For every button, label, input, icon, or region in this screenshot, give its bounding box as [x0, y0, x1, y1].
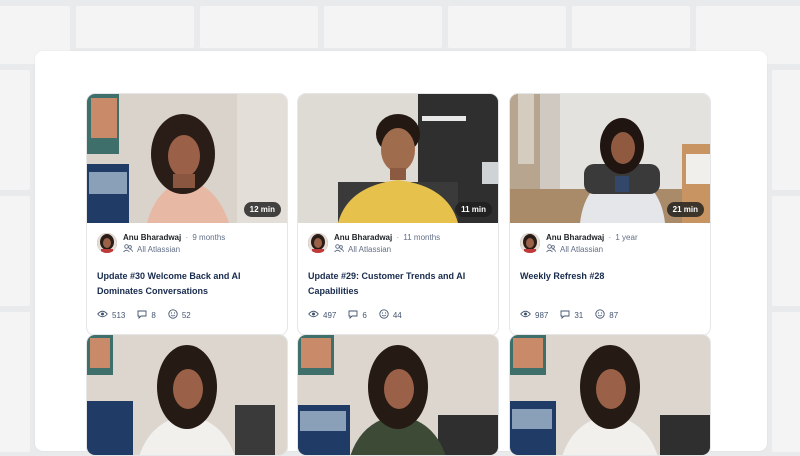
reactions-stat[interactable]: 44 — [379, 309, 402, 321]
bg-tile — [324, 6, 442, 48]
comments-stat[interactable]: 6 — [348, 310, 367, 321]
bg-tile — [772, 196, 800, 306]
bg-tile — [0, 312, 30, 452]
space-label[interactable]: All Atlassian — [123, 244, 225, 256]
author-name[interactable]: Anu Bharadwaj — [334, 233, 392, 242]
views-stat: 513 — [97, 310, 125, 320]
separator-dot: · — [608, 233, 612, 242]
video-card[interactable]: 11 min Anu Bharadwaj · 11 months All Atl… — [297, 93, 499, 336]
bg-tile — [200, 6, 318, 48]
author-row: Anu Bharadwaj · 11 months All Atlassian — [308, 233, 488, 256]
duration-badge: 21 min — [666, 202, 704, 217]
separator-dot: · — [396, 233, 400, 242]
post-age: 1 year — [615, 233, 638, 242]
views-count: 513 — [112, 310, 126, 320]
separator-dot: · — [185, 233, 189, 242]
video-title[interactable]: Update #29: Customer Trends and AI Capab… — [308, 269, 488, 299]
avatar[interactable] — [520, 233, 540, 253]
comments-count: 8 — [151, 310, 156, 320]
post-age: 9 months — [192, 233, 226, 242]
eye-icon — [520, 310, 535, 320]
comments-count: 31 — [574, 310, 584, 320]
stats-row: 987 31 87 — [520, 309, 700, 321]
video-card[interactable] — [509, 334, 711, 456]
bg-tile — [772, 70, 800, 190]
eye-icon — [97, 310, 112, 320]
views-count: 497 — [323, 310, 337, 320]
video-thumbnail[interactable] — [87, 335, 287, 455]
video-grid-panel: 12 min Anu Bharadwaj · 9 months All Atla… — [35, 51, 767, 456]
people-icon — [123, 244, 137, 256]
post-age: 11 months — [403, 233, 441, 242]
reactions-count: 87 — [609, 310, 619, 320]
comment-icon — [348, 310, 362, 321]
avatar[interactable] — [97, 233, 117, 253]
author-row: Anu Bharadwaj · 1 year All Atlassian — [520, 233, 700, 256]
bg-tile — [448, 6, 566, 48]
video-thumbnail[interactable] — [510, 335, 710, 455]
space-name: All Atlassian — [137, 245, 181, 254]
space-label[interactable]: All Atlassian — [334, 244, 440, 256]
space-name: All Atlassian — [560, 245, 604, 254]
duration-badge: 11 min — [455, 202, 492, 217]
bg-tile — [0, 196, 30, 306]
smiley-icon — [379, 309, 393, 321]
eye-icon — [308, 310, 323, 320]
bg-tile — [572, 6, 690, 48]
reactions-count: 44 — [392, 310, 402, 320]
stats-row: 513 8 52 — [97, 309, 277, 321]
video-card[interactable]: 12 min Anu Bharadwaj · 9 months All Atla… — [86, 93, 288, 336]
comments-stat[interactable]: 8 — [137, 310, 156, 321]
author-name[interactable]: Anu Bharadwaj — [123, 233, 181, 242]
video-title[interactable]: Weekly Refresh #28 — [520, 269, 700, 299]
people-icon — [334, 244, 348, 256]
video-thumbnail[interactable]: 21 min — [510, 94, 710, 223]
views-stat: 497 — [308, 310, 336, 320]
video-title[interactable]: Update #30 Welcome Back and AI Dominates… — [97, 269, 277, 299]
reactions-count: 52 — [181, 310, 191, 320]
video-card[interactable]: 21 min Anu Bharadwaj · 1 year All Atlass… — [509, 93, 711, 336]
reactions-stat[interactable]: 52 — [168, 309, 191, 321]
views-count: 987 — [535, 310, 549, 320]
stats-row: 497 6 44 — [308, 309, 488, 321]
video-thumbnail[interactable]: 12 min — [87, 94, 287, 223]
people-icon — [546, 244, 560, 256]
smiley-icon — [168, 309, 182, 321]
bg-tile — [0, 70, 30, 190]
comments-count: 6 — [362, 310, 367, 320]
reactions-stat[interactable]: 87 — [595, 309, 618, 321]
bg-tile — [772, 312, 800, 452]
comment-icon — [560, 310, 574, 321]
comments-stat[interactable]: 31 — [560, 310, 583, 321]
avatar[interactable] — [308, 233, 328, 253]
smiley-icon — [595, 309, 609, 321]
views-stat: 987 — [520, 310, 548, 320]
author-row: Anu Bharadwaj · 9 months All Atlassian — [97, 233, 277, 256]
comment-icon — [137, 310, 151, 321]
duration-badge: 12 min — [243, 202, 281, 217]
video-thumbnail[interactable]: 11 min — [298, 94, 498, 223]
space-name: All Atlassian — [348, 245, 392, 254]
space-label[interactable]: All Atlassian — [546, 244, 638, 256]
video-thumbnail[interactable] — [298, 335, 498, 455]
video-card[interactable] — [297, 334, 499, 456]
author-name[interactable]: Anu Bharadwaj — [546, 233, 604, 242]
video-card[interactable] — [86, 334, 288, 456]
bg-tile — [76, 6, 194, 48]
